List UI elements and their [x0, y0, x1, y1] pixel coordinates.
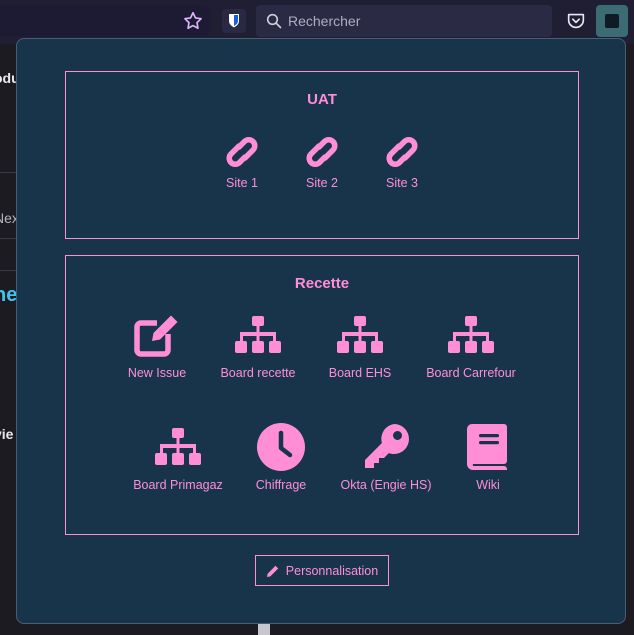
tile-label: Okta (Engie HS): [340, 478, 432, 492]
tile-label: Board EHS: [328, 366, 392, 380]
tile-label: Site 2: [306, 176, 338, 190]
bitwarden-extension-icon[interactable]: [222, 9, 246, 33]
tile-label: Board Primagaz: [133, 478, 223, 492]
bg-text-fragment: odu: [0, 70, 16, 86]
tile-label: Site 1: [226, 176, 258, 190]
extension-popup: UAT Site 1 Site 2 Site 3 Recette New Iss…: [16, 38, 626, 624]
link-new-issue[interactable]: New Issue: [117, 312, 197, 380]
bg-text-fragment: vie: [0, 426, 14, 442]
link-icon: [226, 137, 258, 167]
clock-icon: [257, 423, 305, 471]
bg-divider: [0, 238, 16, 239]
link-site-1[interactable]: Site 1: [212, 134, 272, 190]
customize-label: Personnalisation: [285, 563, 379, 578]
scrollbar[interactable]: [258, 624, 270, 635]
link-okta[interactable]: Okta (Engie HS): [332, 422, 440, 492]
tile-label: Wiki: [476, 478, 500, 492]
bg-divider: [0, 270, 16, 271]
book-icon: [467, 424, 507, 470]
key-icon: [365, 424, 409, 468]
sitemap-icon: [448, 316, 494, 353]
pocket-icon[interactable]: [565, 10, 587, 32]
edit-icon: [134, 315, 178, 357]
link-board-primagaz[interactable]: Board Primagaz: [128, 426, 228, 492]
customize-button[interactable]: Personnalisation: [255, 555, 389, 586]
sitemap-icon: [235, 316, 281, 353]
section-recette: Recette New Issue Board recette Board EH…: [65, 255, 579, 535]
link-site-2[interactable]: Site 2: [292, 134, 352, 190]
link-board-recette[interactable]: Board recette: [216, 314, 300, 380]
section-title: UAT: [307, 91, 337, 108]
search-icon: [266, 13, 282, 29]
tile-label: New Issue: [127, 366, 187, 380]
link-wiki[interactable]: Wiki: [458, 422, 518, 492]
link-board-ehs[interactable]: Board EHS: [322, 314, 398, 380]
pencil-icon: [266, 565, 278, 577]
bookmark-star-icon[interactable]: [182, 10, 204, 32]
search-input[interactable]: Rechercher: [256, 5, 552, 37]
bg-text-fragment: ne: [0, 284, 16, 306]
tile-label: Site 3: [386, 176, 418, 190]
active-extension-icon[interactable]: [596, 5, 628, 37]
sitemap-icon: [337, 316, 383, 353]
link-icon: [386, 137, 418, 167]
bg-text-fragment: Nex: [0, 210, 16, 226]
section-uat: UAT Site 1 Site 2 Site 3: [65, 71, 579, 239]
link-chiffrage[interactable]: Chiffrage: [246, 422, 316, 492]
link-site-3[interactable]: Site 3: [372, 134, 432, 190]
tile-label: Board Carrefour: [426, 366, 516, 380]
background-page: odu Nex ne vie: [0, 44, 16, 635]
link-board-carrefour[interactable]: Board Carrefour: [420, 314, 522, 380]
extension-logo-icon: [605, 14, 619, 28]
sitemap-icon: [155, 428, 201, 465]
bg-divider: [0, 172, 16, 173]
link-icon: [306, 137, 338, 167]
url-bar[interactable]: [0, 6, 210, 36]
search-placeholder: Rechercher: [288, 13, 361, 29]
tile-label: Chiffrage: [255, 478, 307, 492]
section-title: Recette: [294, 275, 350, 292]
tile-label: Board recette: [220, 366, 296, 380]
